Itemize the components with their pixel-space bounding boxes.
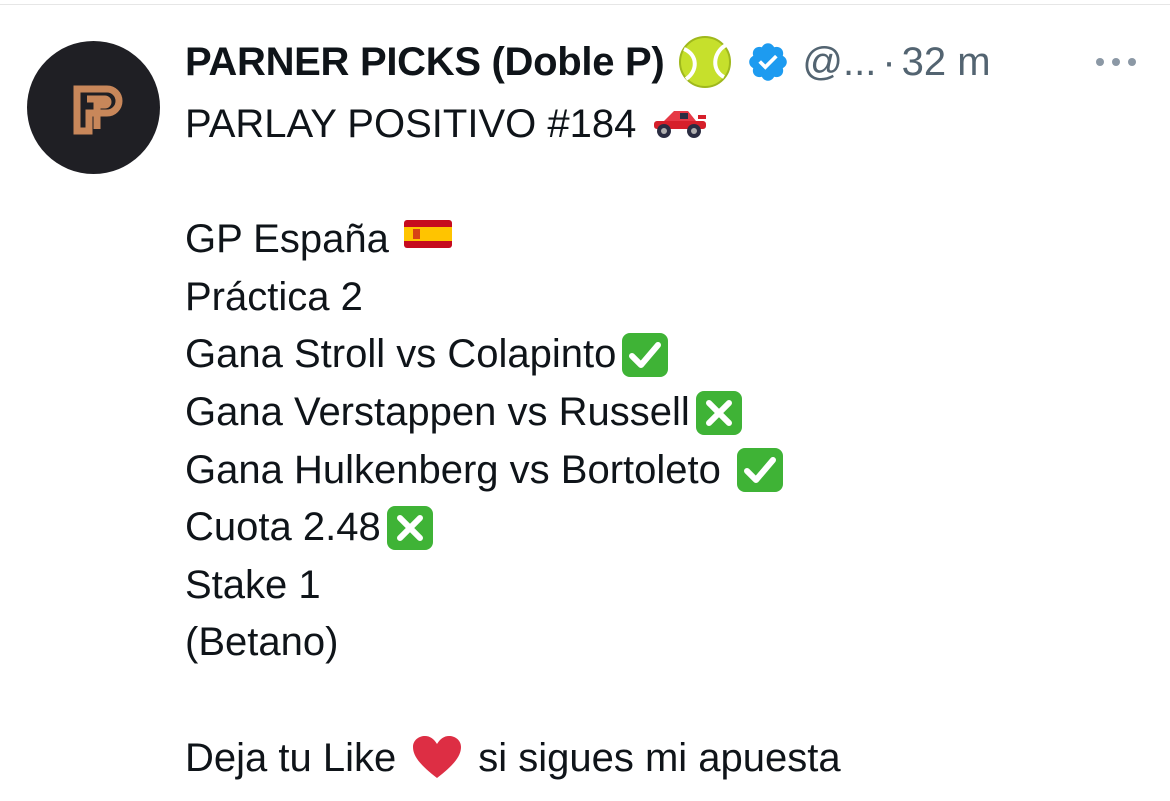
display-name[interactable]: PARNER PICKS (Doble P) [185, 40, 665, 85]
tennis-ball-emoji-icon [678, 35, 732, 89]
text-line: Gana Stroll vs Colapinto [185, 326, 1145, 384]
verified-badge-icon [746, 40, 790, 84]
text-line: PARLAY POSITIVO #184 [185, 96, 1145, 154]
text-line: (Betano) [185, 614, 1145, 672]
more-dots-icon[interactable] [1092, 50, 1140, 74]
avatar[interactable] [27, 41, 160, 174]
line-gp: GP España [185, 217, 389, 262]
line-practice: Práctica 2 [185, 274, 363, 319]
user-handle[interactable]: @... [802, 40, 876, 85]
text-line: Stake 1 [185, 557, 1145, 615]
cross-mark-button-emoji-icon [385, 504, 439, 552]
line-pick-2: Gana Verstappen vs Russell [185, 389, 690, 434]
line-bookmaker: (Betano) [185, 620, 339, 665]
line-stake: Stake 1 [185, 562, 321, 607]
line-pick-1: Gana Stroll vs Colapinto [185, 332, 617, 377]
text-line: GP España [185, 211, 1145, 269]
spain-flag-emoji-icon [403, 216, 457, 264]
check-mark-button-emoji-icon [620, 331, 674, 379]
text-line: Práctica 2 [185, 269, 1145, 327]
text-line: Gana Verstappen vs Russell [185, 384, 1145, 442]
text-line: Cuota 2.48 [185, 499, 1145, 557]
timestamp[interactable]: 32 m [902, 40, 991, 85]
cross-mark-button-emoji-icon [694, 389, 748, 437]
line-odds: Cuota 2.48 [185, 505, 381, 550]
separator-dot: · [882, 39, 896, 84]
text-line: Gana Hulkenberg vs Bortoleto [185, 442, 1145, 500]
red-heart-emoji-icon [410, 734, 464, 782]
line-title: PARLAY POSITIVO #184 [185, 102, 637, 146]
tweet-card[interactable]: PARNER PICKS (Doble P) @... · 32 m PARLA… [0, 0, 1170, 801]
tweet-text: PARLAY POSITIVO #184 GP España Práctica … [185, 96, 1145, 787]
avatar-logo-icon [73, 85, 123, 135]
line-cta-start: Deja tu Like [185, 735, 397, 780]
line-cta-end: si sigues mi apuesta [478, 735, 841, 780]
line-pick-3: Gana Hulkenberg vs Bortoleto [185, 447, 721, 492]
racing-car-emoji-icon [650, 101, 707, 149]
tweet-header: PARNER PICKS (Doble P) @... · 32 m [185, 34, 1145, 90]
check-mark-button-emoji-icon [735, 446, 789, 494]
text-line: Deja tu Like si sigues mi apuesta [185, 730, 1145, 788]
